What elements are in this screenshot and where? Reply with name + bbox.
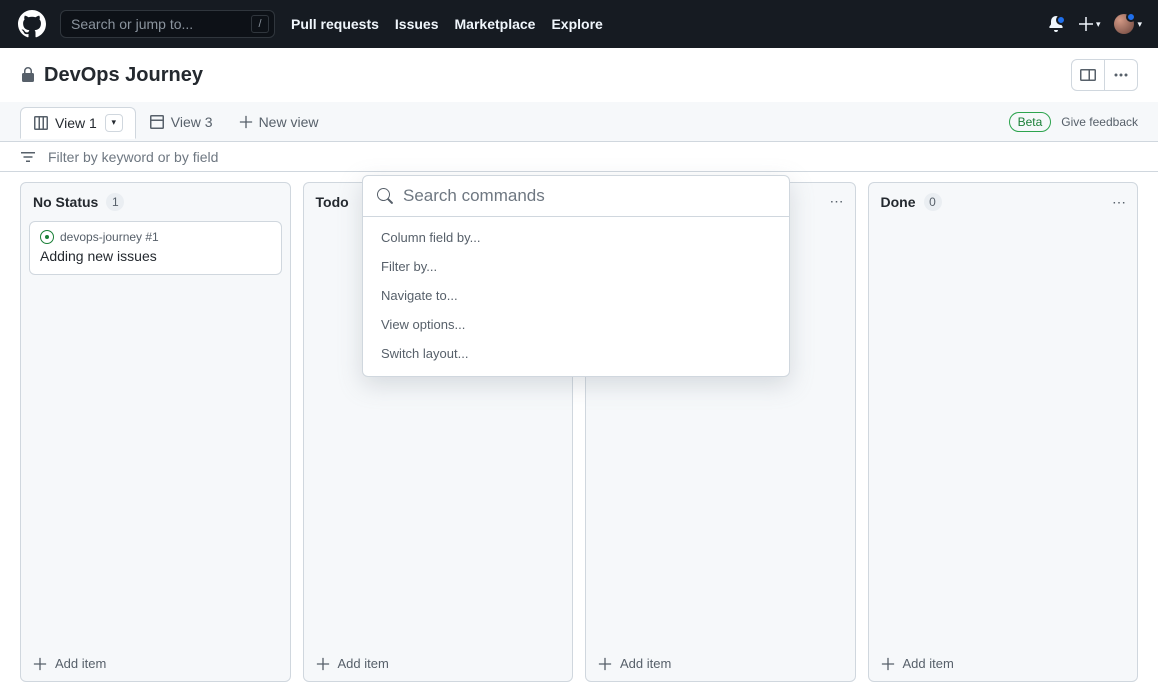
palette-item-navigate-to[interactable]: Navigate to...	[363, 281, 789, 310]
tab-label: New view	[259, 114, 319, 130]
project-title: DevOps Journey	[44, 64, 203, 87]
table-icon	[149, 114, 165, 130]
toggle-panel-button[interactable]	[1071, 59, 1105, 91]
notifications-button[interactable]	[1048, 16, 1064, 32]
tab-view-1[interactable]: View 1 ▾	[20, 107, 136, 139]
tab-options-button[interactable]: ▾	[105, 114, 123, 132]
tab-view-3[interactable]: View 3	[136, 106, 226, 138]
beta-badge: Beta	[1009, 112, 1052, 132]
add-item-button[interactable]: Add item	[586, 648, 855, 681]
add-item-label: Add item	[620, 656, 671, 671]
board-icon	[33, 115, 49, 131]
command-palette: Column field by... Filter by... Navigate…	[362, 175, 790, 377]
column-no-status: No Status 1 ⋯ devops-journey #1 Adding n…	[20, 182, 291, 682]
give-feedback-link[interactable]: Give feedback	[1061, 115, 1138, 129]
caret-down-icon: ▾	[1137, 19, 1142, 30]
column-title: Todo	[316, 194, 349, 210]
column-done: Done 0 ⋯ Add item	[868, 182, 1139, 682]
tab-label: View 3	[171, 114, 213, 130]
column-count-badge: 1	[106, 193, 124, 211]
column-title: No Status	[33, 194, 98, 210]
add-item-label: Add item	[55, 656, 106, 671]
search-icon	[377, 188, 393, 204]
caret-down-icon: ▾	[1096, 19, 1101, 30]
plus-icon	[881, 657, 895, 671]
add-item-label: Add item	[903, 656, 954, 671]
plus-icon	[239, 115, 253, 129]
add-item-button[interactable]: Add item	[304, 648, 573, 681]
card-reference: devops-journey #1	[60, 230, 159, 244]
card-item[interactable]: devops-journey #1 Adding new issues	[29, 221, 282, 275]
column-count-badge: 0	[924, 193, 942, 211]
nav-pull-requests[interactable]: Pull requests	[291, 16, 379, 32]
column-menu-button[interactable]: ⋯	[830, 193, 845, 210]
add-item-label: Add item	[338, 656, 389, 671]
avatar-status-dot-icon	[1126, 12, 1136, 22]
nav-issues[interactable]: Issues	[395, 16, 439, 32]
tab-label: View 1	[55, 115, 97, 131]
column-title: Done	[881, 194, 916, 210]
slash-key-icon: /	[251, 15, 269, 33]
column-menu-button[interactable]: ⋯	[1112, 194, 1127, 211]
global-search-input[interactable]	[60, 10, 275, 38]
github-logo[interactable]	[16, 8, 48, 40]
palette-item-view-options[interactable]: View options...	[363, 310, 789, 339]
plus-icon	[316, 657, 330, 671]
tab-new-view[interactable]: New view	[226, 106, 332, 138]
nav-marketplace[interactable]: Marketplace	[455, 16, 536, 32]
plus-icon	[33, 657, 47, 671]
open-issue-icon	[40, 230, 54, 244]
command-search-input[interactable]	[403, 186, 775, 206]
card-title: Adding new issues	[40, 248, 271, 264]
nav-explore[interactable]: Explore	[551, 16, 602, 32]
palette-item-switch-layout[interactable]: Switch layout...	[363, 339, 789, 368]
filter-input[interactable]	[48, 149, 1138, 165]
palette-item-column-field[interactable]: Column field by...	[363, 223, 789, 252]
project-more-button[interactable]	[1105, 59, 1138, 91]
create-new-button[interactable]: ▾	[1078, 16, 1101, 32]
add-item-button[interactable]: Add item	[869, 648, 1138, 681]
add-item-button[interactable]: Add item	[21, 648, 290, 681]
lock-icon	[20, 67, 36, 83]
notification-dot-icon	[1056, 15, 1066, 25]
filter-icon[interactable]	[20, 149, 36, 165]
palette-item-filter-by[interactable]: Filter by...	[363, 252, 789, 281]
user-menu-button[interactable]: ▾	[1114, 14, 1142, 34]
plus-icon	[598, 657, 612, 671]
